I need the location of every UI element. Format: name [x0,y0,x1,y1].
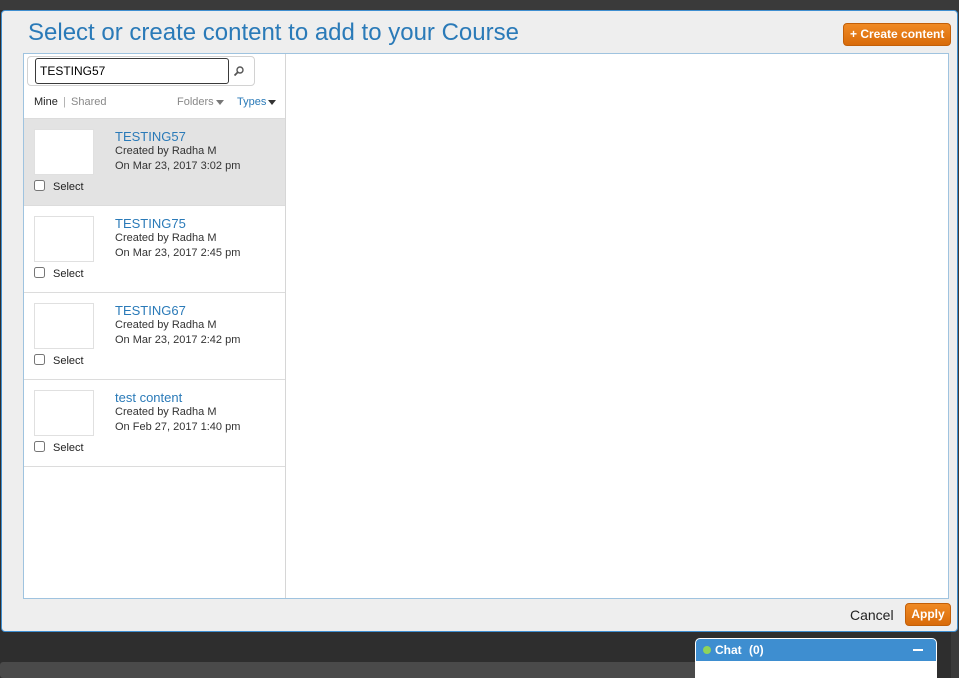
item-author: Created by Radha M [115,319,217,331]
dialog-footer: Cancel Apply [2,601,957,631]
item-date: On Mar 23, 2017 2:45 pm [115,247,241,259]
content-list: TESTING57 Created by Radha M On Mar 23, … [24,119,285,467]
select-label: Select [53,355,84,367]
types-label: Types [237,96,267,108]
types-dropdown[interactable]: Types [237,96,277,108]
item-date: On Mar 23, 2017 2:42 pm [115,334,241,346]
chevron-down-icon [215,99,224,105]
filter-separator: | [63,96,66,108]
content-list-column: Mine | Shared Folders Types TESTING57 Cr… [24,54,286,598]
list-item[interactable]: TESTING67 Created by Radha M On Mar 23, … [24,293,285,380]
filter-shared[interactable]: Shared [71,96,106,108]
search-icon[interactable] [234,66,244,76]
folders-dropdown[interactable]: Folders [177,96,224,108]
online-status-icon [703,646,711,654]
select-checkbox[interactable] [34,441,45,452]
select-label: Select [53,181,84,193]
content-thumbnail [34,129,94,175]
chevron-down-icon [268,99,277,105]
item-title[interactable]: TESTING67 [115,303,186,318]
content-thumbnail [34,390,94,436]
select-label: Select [53,442,84,454]
content-thumbnail [34,303,94,349]
chat-body [696,661,936,677]
list-item[interactable]: TESTING75 Created by Radha M On Mar 23, … [24,206,285,293]
item-title[interactable]: TESTING57 [115,129,186,144]
filter-bar: Mine | Shared Folders Types [24,90,285,119]
list-item[interactable]: TESTING57 Created by Radha M On Mar 23, … [24,119,285,206]
create-content-button[interactable]: + Create content [843,23,952,46]
select-checkbox[interactable] [34,354,45,365]
item-author: Created by Radha M [115,232,217,244]
page-backdrop [0,0,959,10]
item-title[interactable]: TESTING75 [115,216,186,231]
chat-label: Chat [715,643,742,657]
item-date: On Feb 27, 2017 1:40 pm [115,421,241,433]
chat-widget[interactable]: Chat (0) [695,638,937,678]
minimize-icon[interactable] [913,649,923,651]
item-date: On Mar 23, 2017 3:02 pm [115,160,241,172]
folders-label: Folders [177,96,214,108]
content-picker-dialog: Select or create content to add to your … [1,10,958,632]
dialog-title: Select or create content to add to your … [28,19,519,46]
content-thumbnail [34,216,94,262]
search-input[interactable] [35,58,229,84]
item-title[interactable]: test content [115,390,182,405]
filter-mine[interactable]: Mine [34,96,58,108]
apply-button[interactable]: Apply [905,603,951,626]
select-checkbox[interactable] [34,267,45,278]
item-author: Created by Radha M [115,406,217,418]
select-label: Select [53,268,84,280]
list-item[interactable]: test content Created by Radha M On Feb 2… [24,380,285,467]
item-author: Created by Radha M [115,145,217,157]
select-checkbox[interactable] [34,180,45,191]
cancel-button[interactable]: Cancel [850,607,894,623]
search-box [27,56,255,86]
content-panel: Mine | Shared Folders Types TESTING57 Cr… [23,53,949,599]
chat-count: (0) [749,643,764,657]
